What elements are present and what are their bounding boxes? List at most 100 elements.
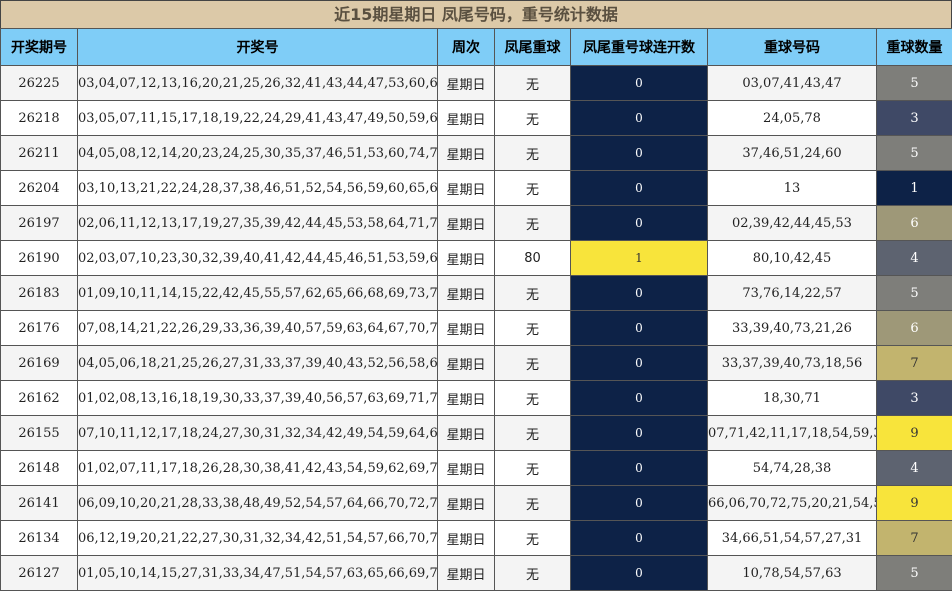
cell-tail: 无 bbox=[495, 486, 571, 521]
header-issue: 开奖期号 bbox=[1, 29, 78, 66]
cell-weekday: 星期日 bbox=[438, 171, 495, 206]
cell-weekday: 星期日 bbox=[438, 346, 495, 381]
table-row: 2619702,06,11,12,13,17,19,27,35,39,42,44… bbox=[1, 206, 952, 241]
cell-issue: 26204 bbox=[1, 171, 78, 206]
cell-count: 5 bbox=[877, 136, 952, 171]
cell-repeat: 10,78,54,57,63 bbox=[708, 556, 877, 591]
cell-numbers: 07,10,11,12,17,18,24,27,30,31,32,34,42,4… bbox=[78, 416, 438, 451]
cell-numbers: 06,09,10,20,21,28,33,38,48,49,52,54,57,6… bbox=[78, 486, 438, 521]
cell-consecutive: 0 bbox=[571, 311, 708, 346]
cell-count: 7 bbox=[877, 521, 952, 556]
cell-numbers: 03,05,07,11,15,17,18,19,22,24,29,41,43,4… bbox=[78, 101, 438, 136]
cell-consecutive: 0 bbox=[571, 101, 708, 136]
table-row: 2616201,02,08,13,16,18,19,30,33,37,39,40… bbox=[1, 381, 952, 416]
cell-consecutive: 0 bbox=[571, 66, 708, 101]
cell-count: 7 bbox=[877, 346, 952, 381]
cell-consecutive: 0 bbox=[571, 381, 708, 416]
cell-tail: 80 bbox=[495, 241, 571, 276]
cell-repeat: 34,66,51,54,57,27,31 bbox=[708, 521, 877, 556]
cell-numbers: 02,06,11,12,13,17,19,27,35,39,42,44,45,5… bbox=[78, 206, 438, 241]
cell-repeat: 33,37,39,40,73,18,56 bbox=[708, 346, 877, 381]
table-row: 2619002,03,07,10,23,30,32,39,40,41,42,44… bbox=[1, 241, 952, 276]
table-row: 2615507,10,11,12,17,18,24,27,30,31,32,34… bbox=[1, 416, 952, 451]
cell-numbers: 07,08,14,21,22,26,29,33,36,39,40,57,59,6… bbox=[78, 311, 438, 346]
cell-tail: 无 bbox=[495, 521, 571, 556]
cell-count: 5 bbox=[877, 556, 952, 591]
cell-repeat: 54,74,28,38 bbox=[708, 451, 877, 486]
cell-tail: 无 bbox=[495, 381, 571, 416]
cell-weekday: 星期日 bbox=[438, 276, 495, 311]
cell-consecutive: 0 bbox=[571, 206, 708, 241]
cell-repeat: 37,46,51,24,60 bbox=[708, 136, 877, 171]
cell-numbers: 03,10,13,21,22,24,28,37,38,46,51,52,54,5… bbox=[78, 171, 438, 206]
cell-count: 6 bbox=[877, 311, 952, 346]
stats-page: 近15期星期日 凤尾号码，重号统计数据 开奖期号 开奖号 周次 凤尾重球 凤尾重… bbox=[0, 0, 952, 590]
cell-weekday: 星期日 bbox=[438, 381, 495, 416]
cell-repeat: 73,76,14,22,57 bbox=[708, 276, 877, 311]
table-row: 2616904,05,06,18,21,25,26,27,31,33,37,39… bbox=[1, 346, 952, 381]
table-row: 2621104,05,08,12,14,20,23,24,25,30,35,37… bbox=[1, 136, 952, 171]
cell-consecutive: 0 bbox=[571, 556, 708, 591]
cell-weekday: 星期日 bbox=[438, 416, 495, 451]
cell-tail: 无 bbox=[495, 276, 571, 311]
cell-issue: 26155 bbox=[1, 416, 78, 451]
cell-weekday: 星期日 bbox=[438, 486, 495, 521]
cell-numbers: 02,03,07,10,23,30,32,39,40,41,42,44,45,4… bbox=[78, 241, 438, 276]
header-numbers: 开奖号 bbox=[78, 29, 438, 66]
cell-count: 5 bbox=[877, 66, 952, 101]
cell-consecutive: 0 bbox=[571, 486, 708, 521]
header-tail: 凤尾重球 bbox=[495, 29, 571, 66]
cell-count: 5 bbox=[877, 276, 952, 311]
cell-issue: 26197 bbox=[1, 206, 78, 241]
cell-consecutive: 0 bbox=[571, 521, 708, 556]
cell-repeat: 02,39,42,44,45,53 bbox=[708, 206, 877, 241]
cell-issue: 26183 bbox=[1, 276, 78, 311]
cell-count: 4 bbox=[877, 241, 952, 276]
cell-consecutive: 0 bbox=[571, 451, 708, 486]
table-row: 2614801,02,07,11,17,18,26,28,30,38,41,42… bbox=[1, 451, 952, 486]
cell-numbers: 01,09,10,11,14,15,22,42,45,55,57,62,65,6… bbox=[78, 276, 438, 311]
cell-numbers: 01,02,08,13,16,18,19,30,33,37,39,40,56,5… bbox=[78, 381, 438, 416]
cell-weekday: 星期日 bbox=[438, 66, 495, 101]
cell-weekday: 星期日 bbox=[438, 451, 495, 486]
cell-count: 3 bbox=[877, 381, 952, 416]
table-row: 2621803,05,07,11,15,17,18,19,22,24,29,41… bbox=[1, 101, 952, 136]
table-row: 2613406,12,19,20,21,22,27,30,31,32,34,42… bbox=[1, 521, 952, 556]
header-repeat: 重球号码 bbox=[708, 29, 877, 66]
cell-tail: 无 bbox=[495, 171, 571, 206]
cell-tail: 无 bbox=[495, 66, 571, 101]
cell-weekday: 星期日 bbox=[438, 101, 495, 136]
cell-count: 4 bbox=[877, 451, 952, 486]
cell-repeat: 13 bbox=[708, 171, 877, 206]
cell-issue: 26141 bbox=[1, 486, 78, 521]
cell-count: 3 bbox=[877, 101, 952, 136]
cell-weekday: 星期日 bbox=[438, 241, 495, 276]
cell-numbers: 06,12,19,20,21,22,27,30,31,32,34,42,51,5… bbox=[78, 521, 438, 556]
cell-weekday: 星期日 bbox=[438, 136, 495, 171]
cell-issue: 26169 bbox=[1, 346, 78, 381]
cell-weekday: 星期日 bbox=[438, 556, 495, 591]
cell-numbers: 04,05,06,18,21,25,26,27,31,33,37,39,40,4… bbox=[78, 346, 438, 381]
table-row: 2620403,10,13,21,22,24,28,37,38,46,51,52… bbox=[1, 171, 952, 206]
page-title: 近15期星期日 凤尾号码，重号统计数据 bbox=[0, 0, 952, 28]
cell-tail: 无 bbox=[495, 416, 571, 451]
cell-tail: 无 bbox=[495, 101, 571, 136]
cell-issue: 26134 bbox=[1, 521, 78, 556]
stats-table: 开奖期号 开奖号 周次 凤尾重球 凤尾重号球连开数 重球号码 重球数量 2622… bbox=[0, 28, 952, 591]
cell-numbers: 01,02,07,11,17,18,26,28,30,38,41,42,43,5… bbox=[78, 451, 438, 486]
cell-issue: 26148 bbox=[1, 451, 78, 486]
cell-issue: 26162 bbox=[1, 381, 78, 416]
cell-repeat: 03,07,41,43,47 bbox=[708, 66, 877, 101]
table-row: 2612701,05,10,14,15,27,31,33,34,47,51,54… bbox=[1, 556, 952, 591]
cell-tail: 无 bbox=[495, 136, 571, 171]
table-row: 2614106,09,10,20,21,28,33,38,48,49,52,54… bbox=[1, 486, 952, 521]
header-weekday: 周次 bbox=[438, 29, 495, 66]
cell-numbers: 04,05,08,12,14,20,23,24,25,30,35,37,46,5… bbox=[78, 136, 438, 171]
cell-tail: 无 bbox=[495, 451, 571, 486]
cell-consecutive: 0 bbox=[571, 416, 708, 451]
cell-weekday: 星期日 bbox=[438, 206, 495, 241]
cell-tail: 无 bbox=[495, 556, 571, 591]
cell-consecutive: 1 bbox=[571, 241, 708, 276]
cell-consecutive: 0 bbox=[571, 276, 708, 311]
cell-issue: 26176 bbox=[1, 311, 78, 346]
